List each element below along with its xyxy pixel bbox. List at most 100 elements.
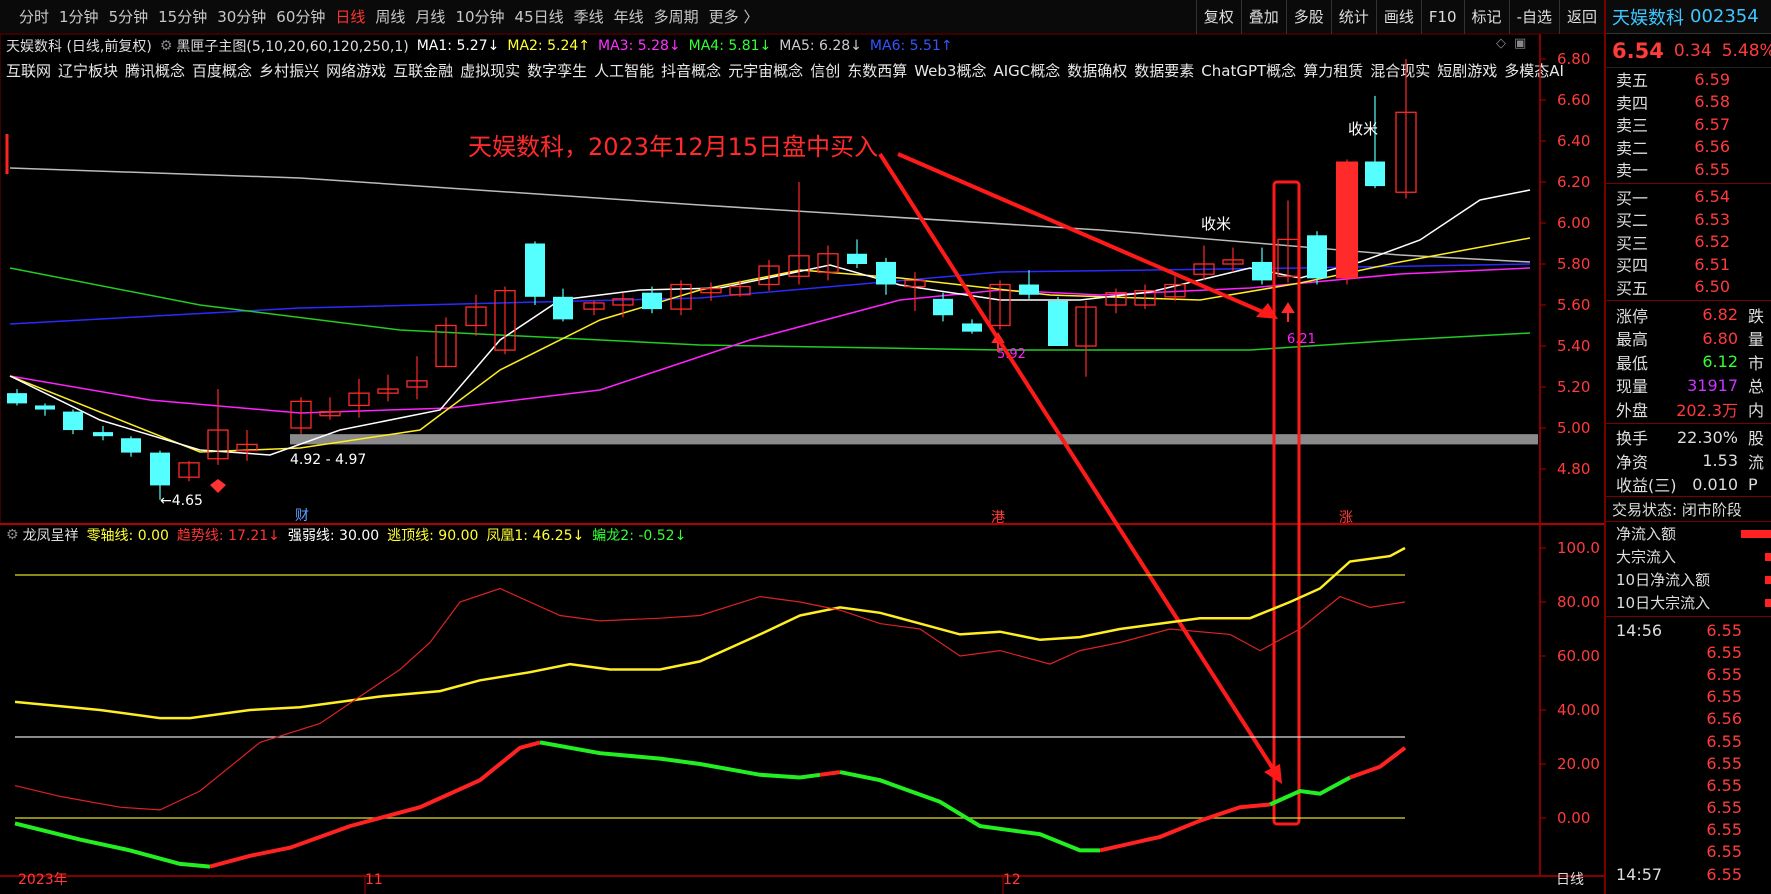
indicator-axis-label: 100.0 (1557, 539, 1600, 557)
toolbar-button[interactable]: 复权 (1195, 0, 1241, 34)
flow-label: 10日大宗流入 (1616, 594, 1711, 612)
shoumi-label: 收米 (1201, 215, 1231, 233)
flow-row: 净流入额 (1606, 522, 1771, 545)
period-tab[interactable]: 1分钟 (54, 0, 104, 34)
stat-extra-label: 股 (1748, 429, 1765, 449)
period-tab[interactable]: 日线 (330, 0, 370, 34)
toolbar-button[interactable]: F10 (1420, 0, 1464, 34)
book-row: 买五 6.50 (1606, 276, 1771, 299)
candle-body (35, 405, 55, 410)
right-toolbar: 复权 叠加 多股 统计 画线 F10 标记 -自选 返回 (1195, 0, 1604, 34)
period-tab[interactable]: 周线 (370, 0, 410, 34)
candle-body (1048, 300, 1068, 346)
indicator-gear-icon[interactable]: ⚙ (6, 527, 19, 543)
quote-panel: 天娱数科 002354 6.54 0.34 5.48% 卖五 6.59 卖四 6.58… (1604, 0, 1771, 894)
period-tab[interactable]: 5分钟 (104, 0, 154, 34)
stat-label: 涨停 (1616, 306, 1649, 326)
price-axis-label: 4.80 (1557, 460, 1590, 478)
stat-row: 涨停 6.82 跌 (1606, 303, 1771, 327)
tick-time: 14:57 (1616, 864, 1663, 884)
strong-line-value: 强弱线: 30.00 (287, 528, 380, 544)
kline-chart[interactable]: 6.80 6.60 6.40 6.20 6.00 5.80 5.60 5.40 5.20 5.00… (0, 34, 1604, 894)
tick-time: 14:56 (1616, 620, 1663, 640)
book-label: 买二 (1616, 211, 1649, 231)
quote-price-line: 6.54 0.34 5.48% (1606, 34, 1771, 68)
tick-row: 14:56 6.55 (1606, 619, 1771, 641)
marker-zhang: 涨 (1339, 510, 1353, 526)
book-price: 6.51 (1694, 254, 1730, 274)
price-axis-label: 6.00 (1557, 214, 1590, 232)
period-tab[interactable]: 60分钟 (271, 0, 330, 34)
candle-body (1336, 161, 1358, 279)
book-label: 卖四 (1616, 93, 1649, 113)
tick-row: 6.55 (1606, 752, 1771, 774)
stat-extra-label: 跌 (1748, 306, 1765, 326)
ticks-divider (1606, 616, 1771, 617)
period-tab[interactable]: 季线 (569, 0, 609, 34)
arrow-to-candle (897, 152, 1273, 318)
tick-price: 6.55 (1706, 842, 1742, 862)
toolbar-button[interactable]: 标记 (1463, 0, 1509, 34)
flow-bar (1765, 575, 1771, 584)
toolbar-button[interactable]: 统计 (1330, 0, 1376, 34)
period-tab[interactable]: 15分钟 (153, 0, 212, 34)
price-change: 0.34 (1673, 40, 1712, 61)
book-label: 卖一 (1616, 161, 1649, 181)
price-axis-label: 5.40 (1557, 337, 1590, 355)
stat-label: 换手 (1616, 429, 1649, 449)
book-label: 卖五 (1616, 71, 1649, 91)
period-tab[interactable]: 30分钟 (212, 0, 271, 34)
book-label: 买三 (1616, 233, 1649, 253)
period-tab[interactable]: 分时 (14, 0, 54, 34)
book-row: 买四 6.51 (1606, 253, 1771, 276)
date-label: 2023年 (18, 872, 68, 888)
tick-price: 6.55 (1706, 798, 1742, 818)
candle-body (933, 298, 953, 316)
book-row: 卖三 6.57 (1606, 113, 1771, 136)
tick-row: 6.56 (1606, 708, 1771, 730)
stat-row: 现量 31917 总 (1606, 374, 1771, 398)
toolbar-button[interactable]: 叠加 (1240, 0, 1286, 34)
price-axis-label: 5.20 (1557, 378, 1590, 396)
book-price: 6.53 (1694, 209, 1730, 229)
stat-value: 6.82 (1702, 305, 1738, 325)
stat-value: 31917 (1687, 375, 1738, 395)
tick-price: 6.55 (1706, 753, 1742, 773)
stat-value: 22.30% (1676, 427, 1738, 447)
flow-row: 10日净流入额 (1606, 568, 1771, 591)
toolbar-button[interactable]: 返回 (1558, 0, 1604, 34)
dragon-line (14, 821, 211, 869)
stat-row: 外盘 202.3万内 (1606, 397, 1771, 421)
toolbar-grip (0, 0, 8, 34)
indicator-name[interactable]: 龙凤呈祥 (23, 525, 79, 545)
indicator-axis-label: 20.00 (1557, 755, 1600, 773)
stat-row: 换手 22.30% 股 (1606, 426, 1771, 450)
candle-body (150, 452, 170, 486)
toolbar-button[interactable]: 画线 (1375, 0, 1421, 34)
tick-list[interactable]: 14:56 6.55 6.55 6.55 6.55 6.56 6.55 6.55 6.55 6.5… (1606, 619, 1771, 885)
period-tab[interactable]: 更多 〉 (704, 0, 764, 34)
toolbar-button[interactable]: 多股 (1285, 0, 1331, 34)
tick-price: 6.55 (1706, 731, 1742, 751)
book-price: 6.57 (1694, 114, 1730, 134)
tick-price: 6.55 (1706, 820, 1742, 840)
flow-bar (1765, 598, 1771, 607)
ma1-line (9, 189, 1531, 456)
period-tab[interactable]: 月线 (410, 0, 450, 34)
price-axis-label: 5.60 (1557, 296, 1590, 314)
tick-row: 6.55 (1606, 730, 1771, 752)
book-label: 买四 (1616, 256, 1649, 276)
book-price: 6.54 (1694, 187, 1730, 207)
price-axis-label: 5.00 (1557, 419, 1590, 437)
phoenix-value: 凤凰1: 46.25↓ (486, 528, 585, 544)
period-tab[interactable]: 45日线 (510, 0, 569, 34)
period-tab[interactable]: 多周期 (649, 0, 704, 34)
flow-label: 10日净流入额 (1616, 571, 1711, 589)
stat-label: 净资 (1616, 452, 1649, 472)
toolbar-button[interactable]: -自选 (1508, 0, 1559, 34)
buy-arrow-icon (1281, 302, 1295, 322)
period-tab[interactable]: 年线 (609, 0, 649, 34)
period-tab[interactable]: 10分钟 (450, 0, 509, 34)
flow-bar (1765, 552, 1771, 561)
stat-row: 净资 1.53 流 (1606, 449, 1771, 473)
